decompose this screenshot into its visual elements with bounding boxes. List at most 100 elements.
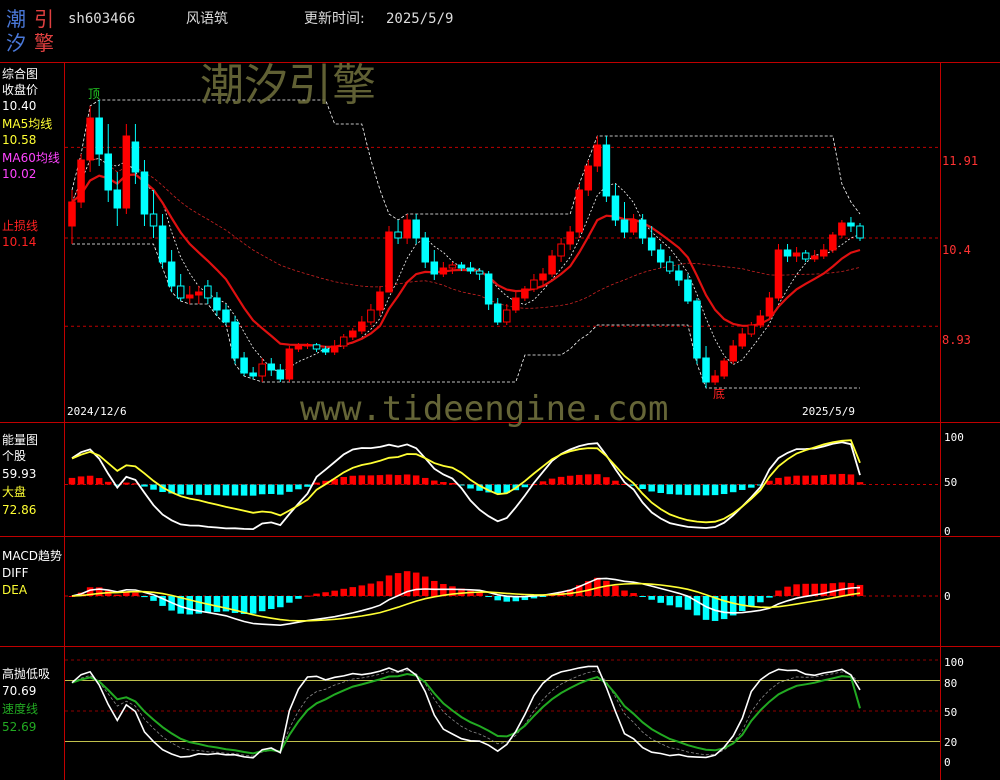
candle-body: [376, 291, 384, 311]
macd-bar-23: [277, 596, 284, 608]
candle-31: [349, 328, 357, 340]
candle-body: [774, 249, 783, 299]
energy-bar-75: [748, 484, 755, 488]
candle-15: [204, 280, 212, 304]
candle-69: [693, 298, 701, 364]
candle-33: [367, 304, 375, 325]
candle-body: [321, 348, 330, 353]
candle-body: [195, 291, 203, 296]
candle-63: [638, 214, 647, 244]
candle-74: [738, 328, 747, 349]
ma5-label: MA5均线: [2, 117, 52, 131]
candle-body: [729, 345, 737, 362]
candle-body: [349, 330, 357, 338]
close-value: 10.40: [2, 99, 36, 113]
candle-body: [430, 261, 439, 275]
candle-36: [394, 220, 402, 244]
energy-bar-21: [258, 484, 266, 495]
macd-bar-9: [150, 596, 157, 601]
energy-bar-31: [349, 475, 357, 485]
bottom-marker: 底: [713, 386, 725, 401]
candle-20: [249, 367, 257, 379]
candle-body: [684, 279, 692, 302]
candle-68: [684, 274, 692, 304]
header: 潮 引 汐 擎 sh603466 风语筑 更新时间: 2025/5/9: [6, 7, 453, 55]
energy-bar-35: [385, 474, 393, 485]
stock-code: sh603466: [68, 11, 135, 27]
energy-panel-label: 能量图: [2, 433, 38, 447]
energy-bar-54: [557, 476, 565, 485]
energy-bar-52: [539, 481, 547, 485]
energy-bar-80: [793, 475, 800, 485]
y-tick-8-93: 8.93: [942, 333, 971, 347]
candle-16: [213, 292, 221, 316]
energy-bar-73: [729, 484, 737, 493]
energy-bar-67: [675, 484, 683, 495]
energy-market-line: [71, 439, 861, 524]
energy-market-value: 72.86: [2, 503, 36, 517]
candle-body: [149, 213, 158, 227]
energy-bar-2: [86, 475, 94, 485]
macd-bar-16: [213, 596, 221, 612]
candle-body: [77, 159, 85, 203]
logo-char-4: 擎: [34, 31, 54, 55]
macd-bar-29: [331, 590, 338, 596]
energy-bar-57: [585, 474, 592, 485]
candle-body: [158, 225, 167, 263]
candle-body: [167, 261, 176, 287]
energy-bar-9: [150, 484, 157, 490]
candle-body: [756, 315, 765, 326]
energy-bar-15: [204, 484, 212, 496]
macd-bar-46: [485, 596, 492, 597]
candle-37: [403, 214, 411, 244]
stock-name: 风语筑: [186, 11, 228, 27]
candle-body: [521, 288, 529, 299]
candle-body: [412, 219, 420, 239]
gaopao-tick-20: 20: [944, 736, 957, 749]
stop-label: 止损线: [2, 219, 38, 233]
energy-bar-84: [829, 474, 837, 485]
candle-body: [122, 135, 131, 209]
candle-body: [258, 363, 266, 377]
candle-82: [810, 250, 819, 262]
candle-53: [548, 250, 556, 277]
candle-72: [720, 358, 728, 379]
upper-band-line: [71, 99, 861, 221]
candle-body: [738, 333, 747, 347]
candle-81: [801, 250, 810, 262]
energy-bar-82: [811, 475, 818, 485]
candle-51: [530, 274, 538, 292]
energy-bar-74: [738, 484, 746, 490]
macd-bar-24: [286, 596, 293, 603]
candle-body: [339, 336, 348, 347]
macd-bar-30: [340, 588, 347, 596]
macd-bar-59: [603, 580, 610, 596]
macd-bar-75: [748, 596, 755, 607]
candle-4: [104, 124, 112, 202]
candle-73: [729, 340, 737, 364]
energy-bar-58: [594, 474, 601, 485]
candle-71: [711, 370, 719, 385]
top-marker: 顶: [88, 87, 100, 101]
stop-value: 10.14: [2, 235, 36, 249]
candle-body: [86, 117, 94, 161]
candle-44: [466, 262, 475, 274]
candle-body: [702, 357, 710, 383]
macd-bar-47: [494, 596, 501, 601]
candle-body: [783, 249, 792, 257]
candle-62: [629, 214, 638, 235]
energy-bar-25: [295, 484, 302, 490]
logo-char-2: 引: [34, 7, 54, 31]
macd-bar-77: [766, 596, 773, 598]
update-date: 2025/5/9: [386, 11, 453, 27]
candle-body: [838, 222, 846, 236]
end-date-label: 2025/5/9: [802, 405, 855, 418]
candle-body: [656, 249, 665, 263]
candle-body: [475, 270, 484, 275]
energy-bar-8: [141, 484, 148, 487]
candle-body: [95, 117, 103, 155]
candle-body: [68, 201, 76, 227]
candle-18: [231, 316, 239, 364]
candle-32: [358, 316, 366, 334]
close-label: 收盘价: [2, 82, 38, 97]
